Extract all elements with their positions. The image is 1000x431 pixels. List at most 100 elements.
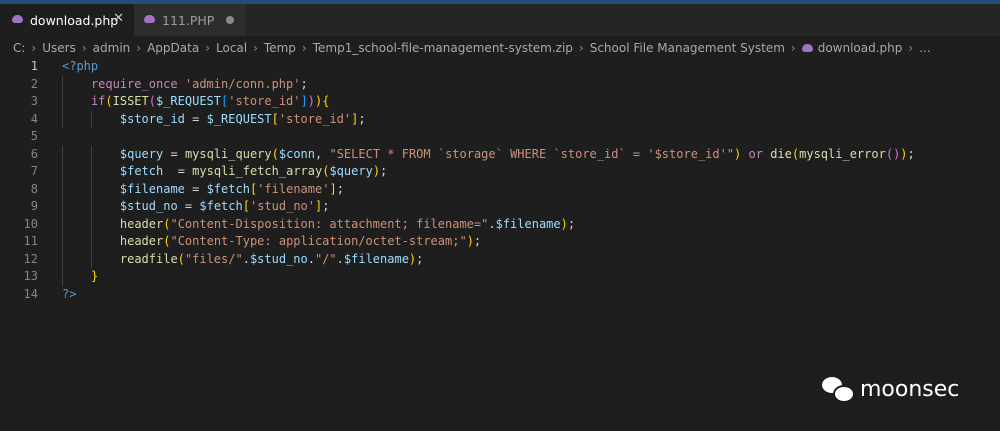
code-token: $stud_no	[249, 251, 308, 266]
line-number: 1	[30, 59, 38, 73]
code-token: [	[271, 111, 279, 126]
code-line[interactable]: 1 <?php	[0, 58, 1000, 76]
code-token: .	[488, 216, 496, 231]
code-token: .	[336, 251, 344, 266]
breadcrumb-separator: ›	[205, 41, 210, 55]
breadcrumb-item[interactable]: School File Management System	[590, 41, 785, 55]
line-number: 12	[23, 251, 38, 266]
code-line[interactable]: 11 header("Content-Type: application/oct…	[0, 233, 1000, 251]
code-text: $stud_no = $fetch['stud_no'];	[62, 198, 330, 216]
code-token: ;	[300, 76, 308, 91]
code-token: .	[307, 251, 315, 266]
code-token: or	[748, 146, 763, 161]
code-line[interactable]: 7 $fetch = mysqli_fetch_array($query);	[0, 163, 1000, 181]
code-line[interactable]: 4 $store_id = $_REQUEST['store_id'];	[0, 110, 1000, 128]
breadcrumb-separator: ›	[31, 41, 37, 55]
line-number: 9	[30, 199, 38, 213]
code-text: readfile("files/".$stud_no."/".$filename…	[62, 251, 424, 269]
watermark-text: moonsec	[860, 376, 960, 402]
code-token: (	[148, 94, 156, 108]
code-line[interactable]: 5	[0, 128, 1000, 146]
breadcrumb-item[interactable]: Temp	[264, 41, 296, 55]
tab-111-php[interactable]: 111.PHP	[134, 4, 246, 36]
code-token: )	[372, 164, 381, 178]
code-token: ;	[358, 111, 366, 126]
close-icon[interactable]: ✕	[113, 12, 124, 26]
code-text: header("Content-Type: application/octet-…	[62, 233, 481, 251]
code-token: $filename	[343, 251, 409, 266]
code-line[interactable]: 12 readfile("files/".$stud_no."/".$filen…	[0, 250, 1000, 269]
code-token: }	[90, 269, 99, 283]
line-number: 10	[23, 216, 38, 231]
tab-download-php[interactable]: download.php ✕	[0, 4, 134, 36]
code-token: mysqli_error	[799, 146, 886, 161]
code-line[interactable]: 6 $query = mysqli_query($conn, "SELECT *…	[0, 145, 1000, 163]
code-token: ]	[329, 181, 337, 196]
unsaved-dot-icon[interactable]	[226, 16, 234, 24]
code-line[interactable]: 13 }	[0, 268, 1000, 286]
code-token: $store_id	[119, 111, 185, 126]
breadcrumb-item[interactable]: Temp1_school-file-management-system.zip	[313, 41, 573, 55]
code-token: (	[271, 146, 279, 161]
code-line[interactable]: 2 require_once 'admin/conn.php';	[0, 75, 1000, 93]
breadcrumb-item[interactable]: Local	[216, 41, 247, 55]
breadcrumb-item[interactable]: ...	[919, 41, 930, 55]
code-token: mysqli_fetch_array	[192, 164, 323, 178]
breadcrumb: C: › Users › admin › AppData › Local › Temp › Temp1_…	[13, 39, 931, 57]
code-token: 'admin/conn.php'	[184, 76, 301, 91]
line-number: 2	[30, 76, 38, 91]
code-token: {	[322, 94, 330, 108]
code-text: }	[62, 268, 98, 286]
breadcrumb-item[interactable]: C:	[13, 41, 25, 55]
code-token: "Content-Type: application/octet-stream;…	[170, 234, 467, 248]
code-token: readfile	[119, 251, 178, 266]
code-text: ?>	[62, 286, 76, 304]
code-token: "Content-Disposition: attachment; filena…	[170, 216, 489, 231]
code-token: 'store_id'	[228, 94, 301, 108]
code-token: )	[900, 146, 908, 161]
code-token: ;	[380, 164, 388, 178]
code-line[interactable]: 8 $filename = $fetch['filename'];	[0, 180, 1000, 198]
code-line[interactable]: 14 ?>	[0, 286, 1000, 304]
breadcrumb-item[interactable]: Users	[42, 41, 76, 55]
code-token: ;	[473, 234, 482, 248]
code-token: "files/"	[184, 251, 243, 266]
breadcrumb-item[interactable]: download.php	[818, 41, 903, 55]
code-line[interactable]: 3 if(ISSET($_REQUEST['store_id'])){	[0, 93, 1000, 111]
code-line[interactable]: 10 header("Content-Disposition: attachme…	[0, 215, 1000, 233]
code-token: ;	[322, 199, 330, 213]
breadcrumb-item[interactable]: admin	[93, 41, 131, 55]
breadcrumb-separator: ›	[908, 41, 914, 55]
breadcrumb-separator: ›	[81, 41, 87, 55]
line-number: 7	[30, 164, 38, 178]
code-token: ;	[416, 251, 424, 266]
code-token: $_REQUEST	[155, 94, 222, 108]
code-token: 'filename'	[257, 181, 330, 196]
breadcrumb-item[interactable]: AppData	[147, 41, 199, 55]
code-token: ISSET	[112, 94, 149, 108]
code-line[interactable]: 9 $stud_no = $fetch['stud_no'];	[0, 198, 1000, 216]
